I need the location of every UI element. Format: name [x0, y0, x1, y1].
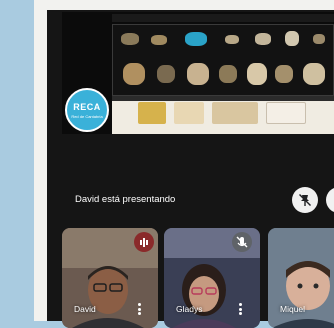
- muted-badge: [232, 232, 252, 252]
- slide-fossil-panel: [112, 24, 334, 96]
- more-vert-icon[interactable]: [239, 303, 242, 315]
- audio-level-badge: [134, 232, 154, 252]
- slide-image: [212, 102, 258, 124]
- slide-image: [174, 102, 204, 124]
- unpin-icon: [299, 194, 311, 206]
- slide-image: [285, 31, 299, 46]
- slide-image: [225, 35, 239, 44]
- reca-logo: RECA Red de Cantabria: [65, 88, 109, 132]
- slide-image: [275, 65, 293, 83]
- window-top-edge: [47, 0, 334, 10]
- slide-image: [266, 102, 306, 124]
- participant-name: Miquel: [280, 304, 306, 314]
- slide-image: [121, 33, 139, 45]
- slide-image: [303, 63, 325, 85]
- participant-tile-gladys[interactable]: Gladys: [164, 228, 260, 328]
- slide-image: [219, 65, 237, 83]
- slide-document-header: [112, 96, 334, 101]
- slide-header-strip: [112, 14, 334, 22]
- shared-screen: RECA Red de Cantabria: [62, 12, 334, 134]
- mic-off-icon: [236, 236, 248, 248]
- slide-image: [157, 65, 175, 83]
- participant-name: David: [74, 304, 96, 314]
- participant-tile-david[interactable]: David: [62, 228, 158, 328]
- presenting-status: David está presentando: [75, 194, 176, 205]
- slide-image: [255, 33, 271, 45]
- participant-tile-miquel[interactable]: Miquel: [268, 228, 334, 328]
- slide-image: [187, 63, 209, 85]
- logo-subtitle: Red de Cantabria: [71, 114, 103, 119]
- slide-image: [185, 32, 207, 46]
- slide-image: [123, 63, 145, 85]
- slide-image: [247, 63, 267, 85]
- more-vert-icon[interactable]: [138, 303, 141, 315]
- audio-level-icon: [140, 238, 148, 247]
- unpin-button[interactable]: [292, 187, 318, 213]
- logo-text: RECA: [73, 102, 101, 112]
- slide-image: [138, 102, 166, 124]
- slide-image: [313, 34, 325, 44]
- slide-image: [151, 35, 167, 45]
- participant-name: Gladys: [176, 304, 203, 314]
